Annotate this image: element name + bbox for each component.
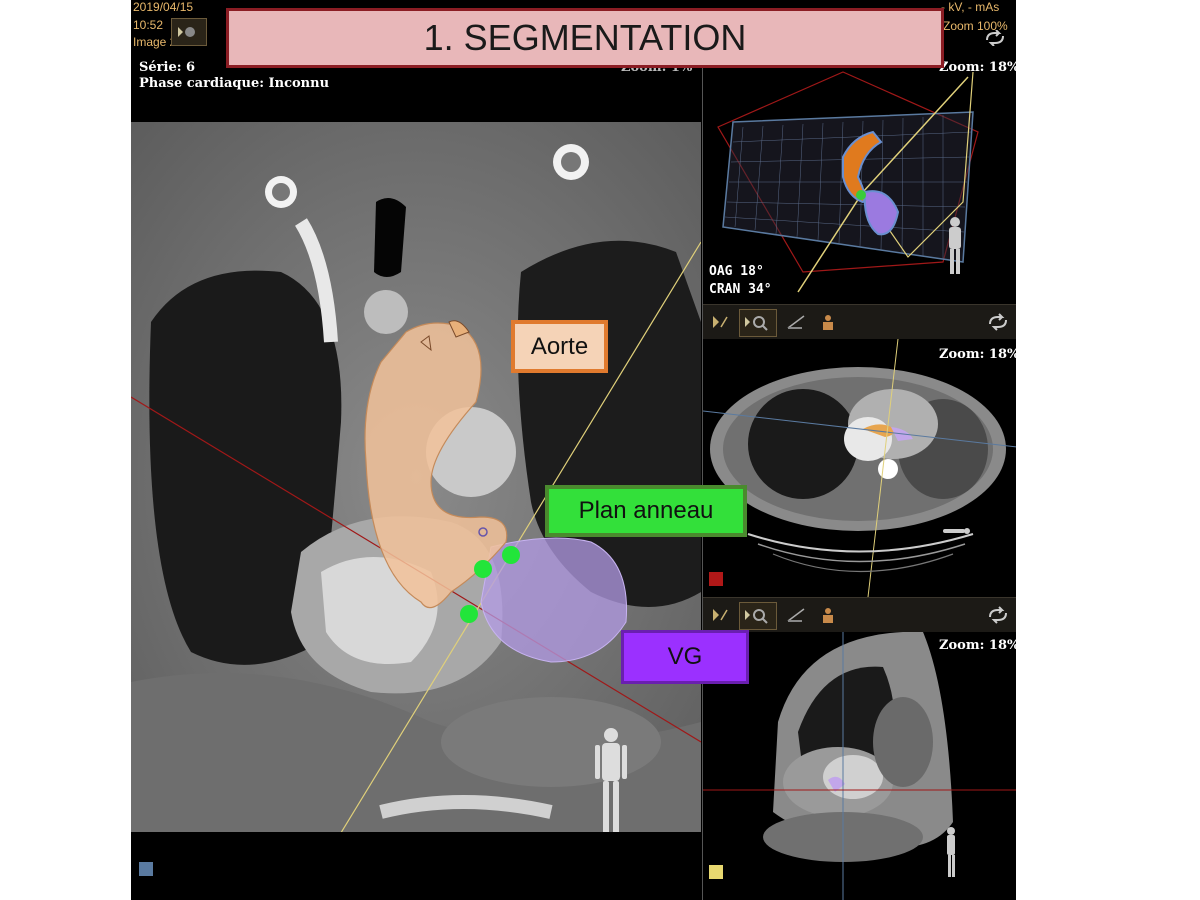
zoom-lens-icon	[745, 316, 768, 331]
ct-coronal-image	[131, 122, 701, 832]
acquisition-date: 2019/04/15	[133, 0, 194, 14]
sagittal-toolbar	[703, 597, 1016, 633]
pointer-icon[interactable]	[709, 606, 731, 624]
label-aorte: Aorte	[511, 320, 608, 373]
label-plan-anneau: Plan anneau	[545, 485, 747, 537]
serie-label: Série: 6	[139, 60, 196, 75]
zoom-lens-icon	[178, 27, 195, 37]
label-vg: VG	[621, 630, 749, 684]
axial-view[interactable]: Zoom: 18%	[703, 339, 1016, 597]
view-3d[interactable]: Zoom: 18% OAG 18° CRAN 34°	[703, 52, 1016, 304]
main-view-color-marker	[139, 862, 153, 876]
person-icon[interactable]	[817, 313, 839, 331]
pointer-icon[interactable]	[709, 313, 731, 331]
cran-angle: CRAN 34°	[709, 282, 772, 297]
ct-axial-image	[703, 339, 1016, 597]
kv-info: - kV, - mAs	[941, 0, 1000, 14]
measure-ruler-icon[interactable]	[785, 313, 807, 331]
axial-color-marker	[709, 572, 723, 586]
zoom-tool-button[interactable]	[739, 602, 777, 630]
zoom-tool-button[interactable]	[739, 309, 777, 337]
top-toolbar	[171, 18, 231, 48]
sagittal-color-marker	[709, 865, 723, 879]
person-icon[interactable]	[817, 606, 839, 624]
sagittal-view[interactable]: Zoom: 18%	[703, 632, 1016, 900]
slide-title: 1. SEGMENTATION	[226, 8, 944, 68]
right-column: Zoom: 18% OAG 18° CRAN 34° Zoom: 18% Zoo…	[702, 52, 1016, 900]
oag-angle: OAG 18°	[709, 264, 764, 279]
main-view[interactable]: Série: 6 Phase cardiaque: Inconnu Zoom: …	[131, 52, 701, 900]
viewer-window: 2019/04/15 10:52 Image 2001 - kV, - mAs …	[131, 0, 1016, 900]
zoom-lens-icon	[745, 609, 768, 624]
rotate-icon[interactable]	[983, 30, 1007, 46]
rotate-icon[interactable]	[987, 313, 1009, 331]
pointer-zoom-button[interactable]	[171, 18, 207, 46]
axial-toolbar	[703, 304, 1016, 340]
rotate-icon[interactable]	[987, 606, 1009, 624]
phase-label: Phase cardiaque: Inconnu	[139, 76, 330, 91]
ct-sagittal-image	[703, 632, 1016, 900]
measure-ruler-icon[interactable]	[785, 606, 807, 624]
